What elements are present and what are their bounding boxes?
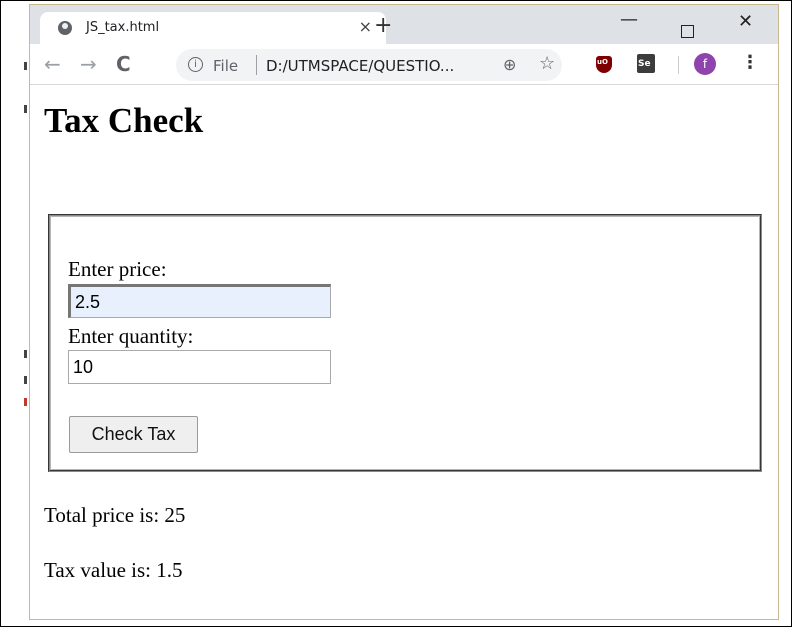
scheme-label: File bbox=[213, 57, 239, 75]
selenium-label: Se bbox=[638, 59, 651, 69]
more-menu-icon[interactable]: ⋮ bbox=[741, 52, 759, 73]
tab-strip: JS_tax.html × + — ✕ bbox=[30, 5, 778, 44]
address-bar[interactable]: i File D:/UTMSPACE/QUESTIO... ⊕ ☆ bbox=[176, 49, 562, 81]
ublock-label: uO bbox=[597, 58, 608, 66]
background-window-artifact bbox=[24, 105, 27, 113]
url-text[interactable]: D:/UTMSPACE/QUESTIO... bbox=[266, 57, 454, 75]
page-title: Tax Check bbox=[44, 101, 204, 140]
minimize-button[interactable]: — bbox=[620, 9, 638, 30]
browser-toolbar: ← → C i File D:/UTMSPACE/QUESTIO... ⊕ ☆ … bbox=[30, 44, 778, 85]
toolbar-divider bbox=[678, 56, 679, 74]
reload-button[interactable]: C bbox=[116, 52, 131, 76]
zoom-icon[interactable]: ⊕ bbox=[503, 55, 516, 74]
price-label: Enter price: bbox=[68, 257, 167, 281]
globe-icon bbox=[58, 21, 72, 35]
browser-window: JS_tax.html × + — ✕ ← → C i File D:/UTMS… bbox=[29, 4, 779, 620]
back-button[interactable]: ← bbox=[44, 52, 61, 76]
tab-title: JS_tax.html bbox=[86, 20, 160, 35]
info-icon[interactable]: i bbox=[188, 57, 203, 72]
tax-value-text: Tax value is: 1.5 bbox=[44, 558, 183, 582]
close-tab-icon[interactable]: × bbox=[359, 17, 372, 36]
forward-button[interactable]: → bbox=[80, 52, 97, 76]
quantity-label: Enter quantity: bbox=[68, 324, 194, 348]
background-window-artifact bbox=[24, 398, 27, 406]
quantity-input[interactable] bbox=[68, 350, 331, 384]
ublock-extension-icon[interactable]: uO bbox=[596, 56, 612, 73]
close-window-button[interactable]: ✕ bbox=[738, 11, 753, 32]
address-divider bbox=[256, 55, 257, 75]
background-window-artifact bbox=[24, 62, 27, 70]
tab-js-tax[interactable]: JS_tax.html × bbox=[40, 12, 386, 44]
price-input[interactable] bbox=[68, 284, 331, 318]
total-price-text: Total price is: 25 bbox=[44, 503, 186, 527]
selenium-extension-icon[interactable]: Se bbox=[637, 54, 655, 73]
bookmark-star-icon[interactable]: ☆ bbox=[539, 53, 555, 74]
maximize-button[interactable] bbox=[681, 25, 694, 38]
background-window-artifact bbox=[24, 350, 27, 358]
profile-avatar[interactable]: f bbox=[694, 53, 716, 75]
check-tax-button[interactable]: Check Tax bbox=[69, 416, 198, 453]
page-content: Tax Check Enter price: Enter quantity: C… bbox=[30, 85, 778, 619]
background-window-artifact bbox=[24, 376, 27, 384]
new-tab-button[interactable]: + bbox=[374, 13, 392, 38]
